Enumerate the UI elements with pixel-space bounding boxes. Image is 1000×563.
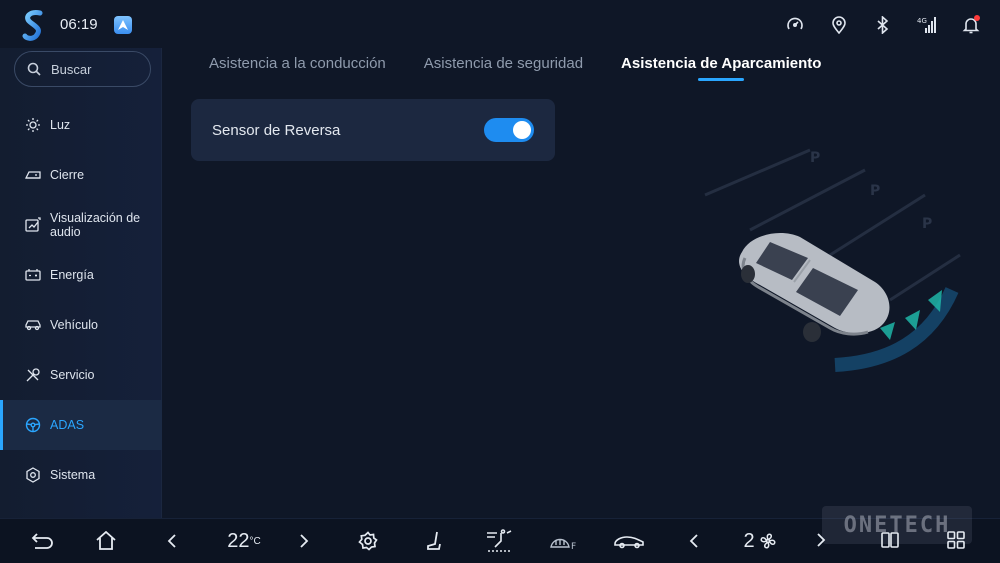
reverse-sensor-toggle[interactable] bbox=[484, 118, 534, 142]
parking-car-illustration: P P P bbox=[704, 148, 961, 372]
svg-text:P: P bbox=[922, 216, 932, 232]
fan-up-chevron-icon[interactable] bbox=[816, 528, 834, 552]
sidebar-item-label: Visualización de audio bbox=[50, 211, 141, 239]
gear-icon bbox=[24, 466, 42, 484]
search-placeholder: Buscar bbox=[51, 61, 92, 77]
seat-heating-icon[interactable] bbox=[422, 529, 446, 553]
notification-badge bbox=[974, 15, 980, 21]
svg-text:P: P bbox=[870, 183, 880, 199]
split-screen-icon[interactable] bbox=[878, 528, 902, 552]
tab-asistencia-seguridad[interactable]: Asistencia de seguridad bbox=[405, 52, 602, 86]
back-icon[interactable] bbox=[30, 529, 54, 553]
4g-signal-icon: 4G bbox=[916, 14, 938, 36]
car-mode-icon[interactable] bbox=[612, 529, 646, 553]
sidebar-item-label: Servicio bbox=[50, 368, 95, 382]
home-icon[interactable] bbox=[94, 529, 118, 553]
tab-label: Asistencia de seguridad bbox=[423, 55, 584, 72]
status-bar: 06:19 4G bbox=[0, 0, 1000, 48]
wrench-icon bbox=[24, 366, 42, 384]
toggle-knob bbox=[513, 121, 531, 139]
search-icon bbox=[27, 62, 41, 76]
tab-asistencia-aparcamiento[interactable]: Asistencia de Aparcamiento bbox=[602, 52, 840, 86]
svg-text:4G: 4G bbox=[917, 17, 927, 25]
sidebar-item-label: ADAS bbox=[50, 418, 85, 432]
sidebar-item-label: Energía bbox=[50, 268, 94, 282]
tab-asistencia-conduccion[interactable]: Asistencia a la conducción bbox=[190, 52, 405, 86]
temperature-value: 22 bbox=[227, 529, 250, 552]
sidebar-item-label: Sistema bbox=[50, 468, 96, 482]
sidebar-item-vehiculo[interactable]: Vehículo bbox=[0, 300, 162, 350]
steering-wheel-icon bbox=[24, 416, 42, 434]
airflow-direction-icon[interactable] bbox=[484, 529, 514, 553]
carplay-icon[interactable] bbox=[114, 16, 132, 34]
clock: 06:19 bbox=[60, 16, 98, 33]
search-input[interactable]: Buscar bbox=[14, 51, 151, 87]
sun-icon bbox=[24, 116, 42, 134]
temperature-display: 22 °C bbox=[224, 529, 264, 553]
svg-text:F: F bbox=[571, 542, 576, 551]
sidebar-nav: Luz Cierre Visualización de audio Energí… bbox=[0, 100, 162, 500]
location-pin-icon[interactable] bbox=[828, 14, 850, 36]
brand-logo-icon[interactable] bbox=[20, 9, 48, 41]
door-icon bbox=[24, 166, 42, 184]
sidebar-item-adas[interactable]: ADAS bbox=[0, 400, 162, 450]
car-icon bbox=[24, 316, 42, 334]
notification-bell-icon[interactable] bbox=[960, 14, 982, 36]
battery-icon bbox=[24, 266, 42, 284]
front-defrost-icon[interactable]: F bbox=[548, 529, 580, 553]
audio-visual-icon bbox=[24, 216, 42, 234]
sidebar-item-label: Vehículo bbox=[50, 318, 98, 332]
active-tab-indicator bbox=[698, 78, 745, 81]
tab-label: Asistencia a la conducción bbox=[209, 55, 386, 72]
reverse-sensor-card: Sensor de Reversa bbox=[191, 99, 555, 161]
speed-gauge-icon[interactable] bbox=[784, 14, 806, 36]
settings-gear-icon[interactable] bbox=[356, 529, 380, 553]
temperature-unit: °C bbox=[249, 535, 261, 547]
sidebar-item-visualizacion-audio[interactable]: Visualización de audio bbox=[0, 200, 162, 250]
svg-text:P: P bbox=[810, 150, 820, 166]
temp-down-chevron-icon[interactable] bbox=[164, 529, 180, 553]
tab-label: Asistencia de Aparcamiento bbox=[621, 55, 822, 72]
fan-speed-value: 2 bbox=[743, 529, 755, 552]
fan-down-chevron-icon[interactable] bbox=[686, 529, 702, 553]
sidebar-item-luz[interactable]: Luz bbox=[0, 100, 162, 150]
fan-icon bbox=[760, 533, 776, 549]
app-grid-icon[interactable] bbox=[944, 528, 968, 552]
temp-up-chevron-icon[interactable] bbox=[296, 529, 312, 553]
sidebar-item-label: Luz bbox=[50, 118, 71, 132]
fan-speed-display: 2 bbox=[740, 529, 780, 553]
tab-bar: Asistencia a la conducción Asistencia de… bbox=[190, 52, 840, 86]
sidebar-item-energia[interactable]: Energía bbox=[0, 250, 162, 300]
sidebar-item-cierre[interactable]: Cierre bbox=[0, 150, 162, 200]
sidebar: Buscar Luz Cierre Visualización de audio… bbox=[0, 48, 162, 518]
reverse-sensor-label: Sensor de Reversa bbox=[212, 122, 341, 139]
bluetooth-icon[interactable] bbox=[872, 14, 894, 36]
sidebar-item-label: Cierre bbox=[50, 168, 85, 182]
sidebar-item-servicio[interactable]: Servicio bbox=[0, 350, 162, 400]
sidebar-item-sistema[interactable]: Sistema bbox=[0, 450, 162, 500]
